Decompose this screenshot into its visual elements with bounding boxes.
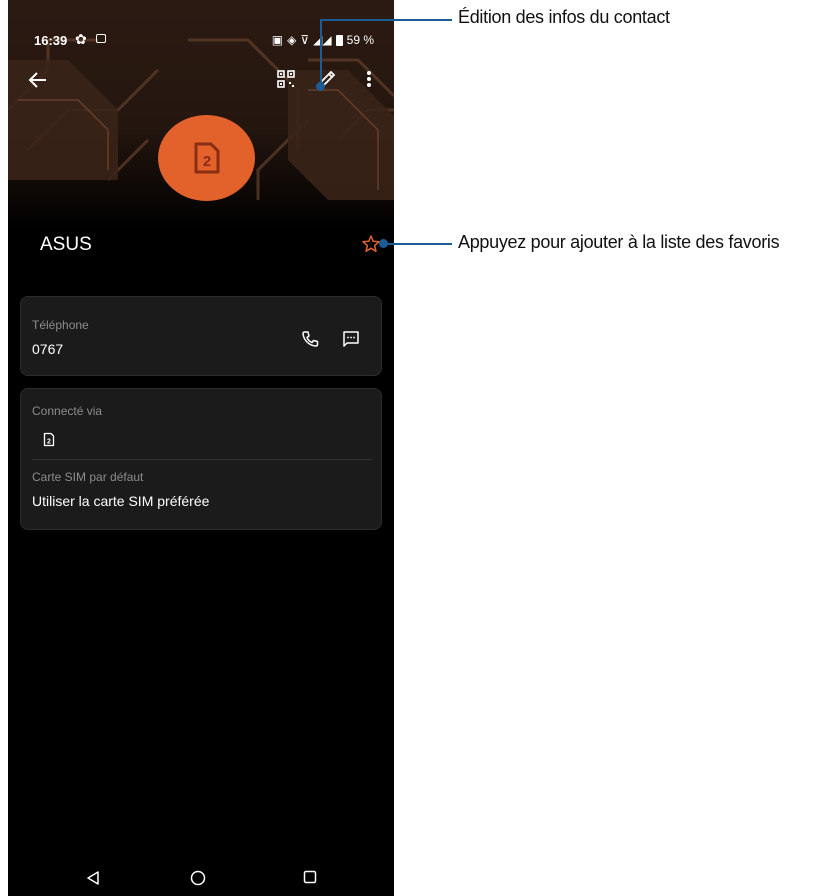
- edit-callout-vline: [320, 20, 322, 86]
- connected-via-label: Connecté via: [32, 404, 103, 418]
- favorite-callout-text: Appuyez pour ajouter à la liste des favo…: [458, 232, 780, 252]
- battery-icon: [335, 34, 343, 46]
- contact-avatar: 2: [158, 115, 255, 201]
- edit-callout-text: Édition des infos du contact: [458, 7, 670, 27]
- status-icons: ▣ ◈ ⊽ ◢◢ 59 %: [272, 33, 374, 47]
- image-icon: [96, 34, 106, 43]
- navigation-bar: [8, 862, 394, 896]
- message-icon[interactable]: [341, 329, 361, 349]
- phone-card[interactable]: Téléphone 0767: [20, 296, 382, 376]
- nfc-icon: ▣: [271, 33, 284, 47]
- divider: [32, 459, 372, 460]
- svg-text:2: 2: [202, 153, 210, 170]
- back-arrow-icon[interactable]: [26, 68, 50, 92]
- edit-callout-line: [320, 19, 452, 21]
- edit-callout-dot: [316, 82, 325, 91]
- sim-2-icon: 2: [194, 142, 219, 174]
- wifi-icon: ⊽: [300, 33, 310, 47]
- phone-screen: 16:39 ✿ ▣ ◈ ⊽ ◢◢ 59 % 2 ASUS Téléphone 0…: [8, 0, 394, 896]
- nav-home-icon[interactable]: [190, 870, 206, 886]
- phone-label: Téléphone: [32, 318, 89, 332]
- sim-number: 2: [47, 439, 51, 446]
- phone-number[interactable]: 0767: [32, 341, 63, 357]
- status-bar: 16:39 ✿ ▣ ◈ ⊽ ◢◢ 59 %: [8, 30, 394, 52]
- default-sim-value[interactable]: Utiliser la carte SIM préférée: [32, 493, 209, 509]
- favorite-star-icon[interactable]: [361, 234, 381, 254]
- nav-recent-icon[interactable]: [303, 870, 317, 884]
- connection-card: Connecté via 2 Carte SIM par défaut Util…: [20, 388, 382, 530]
- vibrate-icon: ◈: [287, 33, 297, 47]
- nav-back-icon[interactable]: [86, 870, 100, 886]
- qr-code-icon[interactable]: [276, 69, 296, 89]
- battery-level: 59 %: [346, 33, 374, 47]
- status-time: 16:39: [34, 33, 68, 48]
- more-vert-icon[interactable]: [364, 68, 374, 90]
- contact-name: ASUS: [40, 234, 92, 255]
- phone-call-icon[interactable]: [301, 330, 319, 348]
- gear-icon: ✿: [75, 31, 87, 47]
- sim-2-small-icon: 2: [43, 432, 55, 447]
- default-sim-label: Carte SIM par défaut: [32, 470, 144, 484]
- favorite-callout-line: [384, 243, 452, 245]
- signal-icon: ◢◢: [313, 33, 332, 47]
